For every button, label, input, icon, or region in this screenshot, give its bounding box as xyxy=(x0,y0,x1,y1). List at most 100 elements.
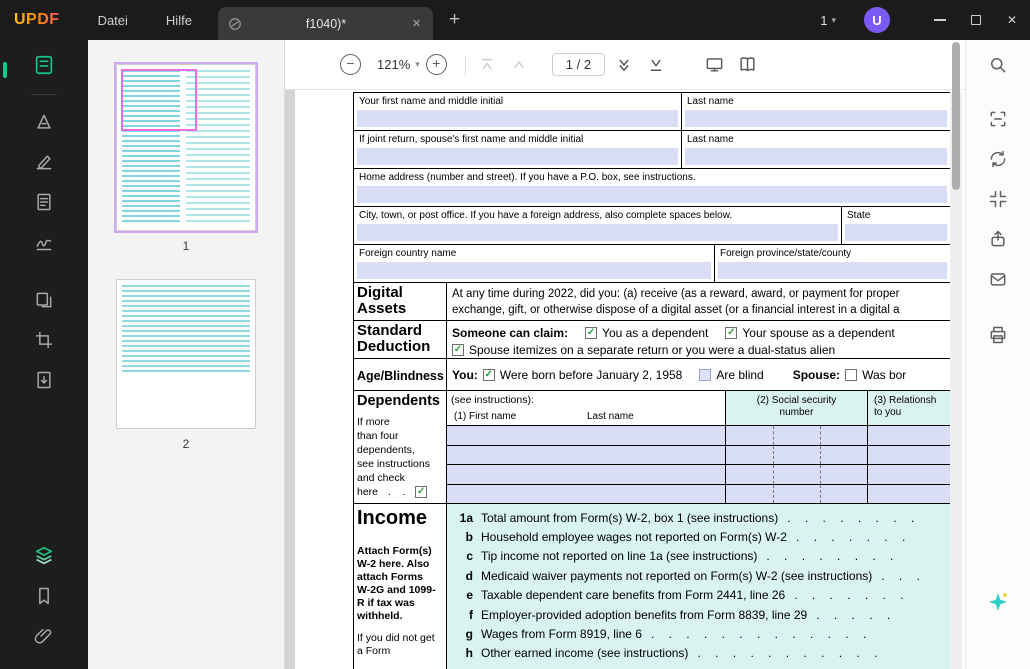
zoom-level-dropdown[interactable]: 121% ▾ xyxy=(377,57,420,72)
income-heading: Income xyxy=(357,507,428,529)
income-line-1f: f Employer-provided adoption benefits fr… xyxy=(469,607,892,622)
instance-dropdown[interactable]: 1 ▾ xyxy=(820,13,836,28)
dependent-ssn-field[interactable] xyxy=(725,445,867,464)
dependent-row-1 xyxy=(447,426,950,446)
digital-assets-row: Digital Assets At any time during 2022, … xyxy=(354,283,950,321)
form-icon xyxy=(37,193,51,211)
tab-title: f1040)* xyxy=(305,16,347,31)
layers-button[interactable] xyxy=(27,539,61,573)
print-button[interactable] xyxy=(981,318,1015,352)
book-icon xyxy=(740,57,755,72)
bookmark-button[interactable] xyxy=(27,579,61,613)
mail-button[interactable] xyxy=(981,262,1015,296)
next-page-button[interactable] xyxy=(615,56,633,74)
checkbox-spouse-dependent[interactable]: ✓ xyxy=(725,326,738,339)
share-button[interactable] xyxy=(981,222,1015,256)
last-name-field[interactable] xyxy=(685,110,947,127)
thumbnail-image-1[interactable] xyxy=(114,62,258,233)
page-thumbnail-2[interactable]: 2 xyxy=(88,279,284,451)
dependent-ssn-field[interactable] xyxy=(725,426,867,445)
dependents-table: (see instructions): (1) First name Last … xyxy=(446,391,950,503)
ocr-button[interactable] xyxy=(981,102,1015,136)
foreign-country-field[interactable] xyxy=(357,262,711,279)
minimize-icon xyxy=(934,19,946,21)
document-tab[interactable]: f1040)* × xyxy=(217,7,433,40)
annotate-icon xyxy=(37,114,51,129)
form-tool-button[interactable] xyxy=(27,185,61,219)
page-thumbnail-1[interactable]: 1 xyxy=(88,62,284,253)
income-section: Income Attach Form(s) W-2 here. Also att… xyxy=(354,504,950,669)
document-viewport[interactable]: Your first name and middle initial Last … xyxy=(285,90,965,669)
are-blind-label: Are blind xyxy=(716,367,764,382)
extract-page-button[interactable] xyxy=(27,363,61,397)
double-chevron-down-icon xyxy=(619,59,629,71)
avatar[interactable]: U xyxy=(864,7,890,33)
zoom-level-value: 121% xyxy=(377,57,411,72)
edit-tool-button[interactable] xyxy=(27,145,61,179)
sign-tool-button[interactable] xyxy=(27,225,61,259)
ai-assistant-button[interactable] xyxy=(981,585,1015,619)
dependent-name-field[interactable] xyxy=(447,465,725,484)
presentation-mode-button[interactable] xyxy=(705,55,724,74)
compress-button[interactable] xyxy=(981,182,1015,216)
income-line-1e: e Taxable dependent care benefits from F… xyxy=(466,588,905,603)
zoom-out-button[interactable]: − xyxy=(340,54,361,75)
dependents-row: Dependents If more than four dependents,… xyxy=(354,391,950,504)
dependent-name-field[interactable] xyxy=(447,484,725,503)
thumbnails-panel-button[interactable] xyxy=(27,48,61,82)
reading-mode-button[interactable] xyxy=(738,55,757,74)
checkbox-spouse-itemizes[interactable]: ✓ xyxy=(452,343,464,356)
convert-button[interactable] xyxy=(981,142,1015,176)
dependent-name-field[interactable] xyxy=(447,445,725,464)
checkbox-more-than-four[interactable]: ✓ xyxy=(415,486,428,498)
minimize-button[interactable] xyxy=(922,0,958,40)
tab-file-icon xyxy=(229,17,241,30)
last-page-button[interactable] xyxy=(647,56,665,74)
spouse-first-name-field[interactable] xyxy=(357,148,678,165)
close-button[interactable]: ✕ xyxy=(994,0,1030,40)
right-toolbar xyxy=(965,40,1030,669)
thumbnail-content xyxy=(122,285,250,373)
city-field[interactable] xyxy=(357,224,838,241)
checkbox-spouse-born[interactable] xyxy=(845,368,858,381)
dependent-relationship-field[interactable] xyxy=(867,465,950,484)
previous-page-button[interactable] xyxy=(510,56,528,74)
dependent-relationship-field[interactable] xyxy=(867,426,950,445)
menu-hilfe[interactable]: Hilfe xyxy=(166,13,192,28)
chevron-down-icon: ▾ xyxy=(415,59,420,69)
dependent-relationship-field[interactable] xyxy=(867,484,950,503)
state-field[interactable] xyxy=(845,224,947,241)
toolbar-separator xyxy=(464,54,466,75)
menu-datei[interactable]: Datei xyxy=(98,13,128,28)
page-indicator[interactable]: 1 / 2 xyxy=(551,53,606,76)
vertical-scrollbar-thumb[interactable] xyxy=(952,42,960,190)
maximize-icon xyxy=(971,15,981,25)
zoom-in-button[interactable]: + xyxy=(425,54,447,75)
dependent-name-field[interactable] xyxy=(447,426,725,445)
crop-tool-button[interactable] xyxy=(27,323,61,357)
checkbox-born-before-1958[interactable]: ✓ xyxy=(482,368,495,381)
new-tab-button[interactable]: + xyxy=(449,9,460,31)
maximize-button[interactable] xyxy=(958,0,994,40)
checkbox-you-dependent[interactable]: ✓ xyxy=(585,326,598,339)
dependents-header: (see instructions): (1) First name Last … xyxy=(447,391,950,426)
first-page-button[interactable] xyxy=(478,56,496,74)
dependent-ssn-field[interactable] xyxy=(725,465,867,484)
attachment-button[interactable] xyxy=(27,619,61,653)
rail-divider xyxy=(31,94,57,95)
tab-close-icon[interactable]: × xyxy=(410,16,423,31)
dependent-ssn-field[interactable] xyxy=(725,484,867,503)
foreign-province-field[interactable] xyxy=(718,262,947,279)
checkbox-are-blind[interactable] xyxy=(699,368,712,381)
first-name-field[interactable] xyxy=(357,110,678,127)
city-cell: City, town, or post office. If you have … xyxy=(354,207,841,244)
thumbnail-image-2[interactable] xyxy=(116,279,256,429)
home-address-field[interactable] xyxy=(357,186,947,203)
relationship-column-header: (3) Relationsh to you xyxy=(867,391,950,425)
organize-pages-button[interactable] xyxy=(27,283,61,317)
spouse-last-name-field[interactable] xyxy=(685,148,947,165)
dependents-rows xyxy=(447,426,950,503)
annotate-tool-button[interactable] xyxy=(27,105,61,139)
search-button[interactable] xyxy=(981,48,1015,82)
dependent-relationship-field[interactable] xyxy=(867,445,950,464)
